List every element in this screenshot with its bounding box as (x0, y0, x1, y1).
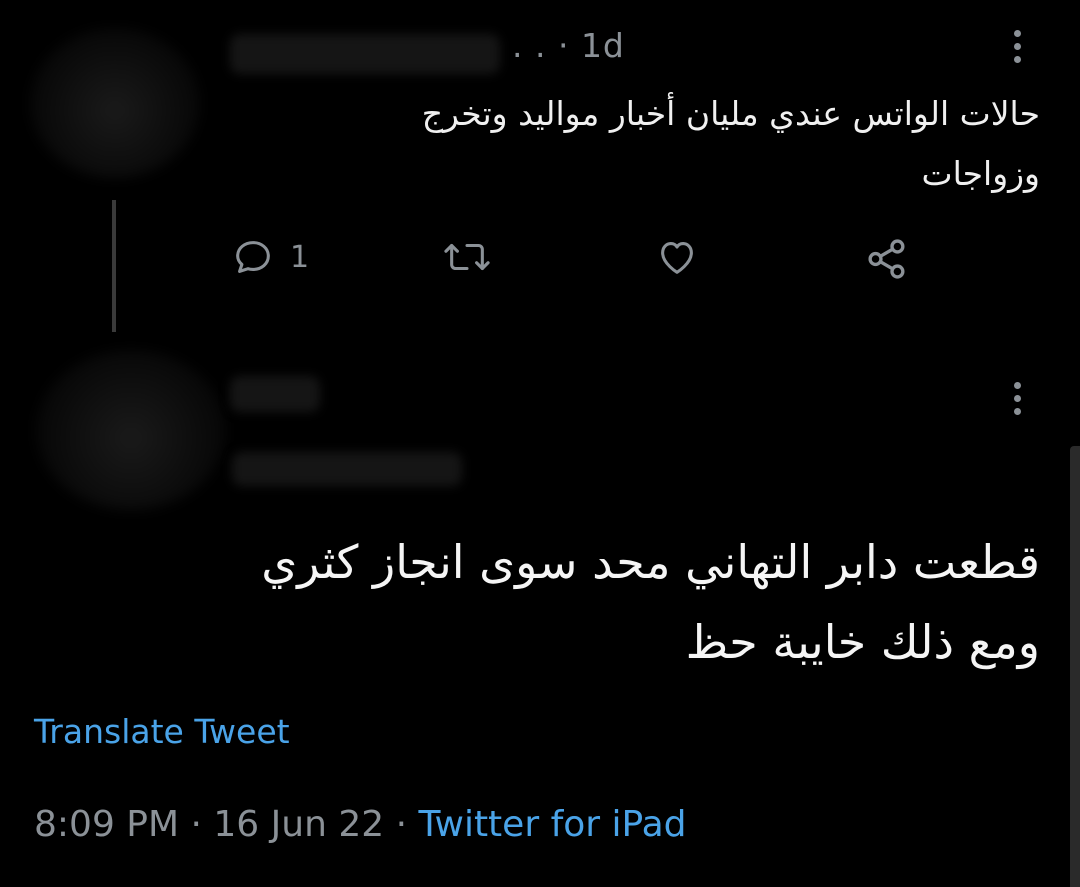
tweet-text-line: وزواجات (921, 154, 1041, 193)
scrollbar[interactable] (1070, 446, 1080, 887)
more-options-icon[interactable] (1012, 382, 1022, 415)
like-icon (661, 242, 693, 274)
reply-button[interactable]: 1 (230, 234, 309, 280)
translate-tweet-link[interactable]: Translate Tweet (34, 712, 290, 751)
avatar[interactable] (30, 28, 200, 178)
avatar[interactable] (36, 350, 226, 510)
tweet-text-line: ومع ذلك خايبة حظ (685, 615, 1040, 669)
tweet-text: حالات الواتس عندي مليان أخبار مواليد وتخ… (280, 84, 1040, 204)
tweet-text: قطعت دابر التهاني محد سوى انجاز كثري ومع… (40, 522, 1040, 682)
reply-count: 1 (290, 239, 310, 275)
share-button[interactable] (862, 234, 912, 284)
author-name-redacted (230, 376, 320, 412)
reply-icon (236, 241, 270, 273)
tweet-time: . . · 1d (512, 26, 625, 65)
retweet-button[interactable] (442, 234, 492, 280)
like-button[interactable] (653, 234, 701, 280)
retweet-icon (444, 243, 490, 271)
share-icon (868, 239, 905, 279)
author-name-redacted (230, 34, 500, 74)
author-handle-redacted (232, 452, 462, 486)
tweet-actions: 1 (0, 234, 1080, 284)
tweet-text-line: قطعت دابر التهاني محد سوى انجاز كثري (261, 535, 1040, 589)
tweet-timestamp: 8:09 PM · 16 Jun 22 · Twitter for iPad (34, 804, 687, 845)
source-link[interactable]: Twitter for iPad (418, 804, 686, 845)
timestamp-text: 8:09 PM · 16 Jun 22 · (34, 804, 419, 845)
more-options-icon[interactable] (1012, 30, 1022, 63)
tweet-text-line: حالات الواتس عندي مليان أخبار مواليد وتخ… (421, 94, 1040, 133)
